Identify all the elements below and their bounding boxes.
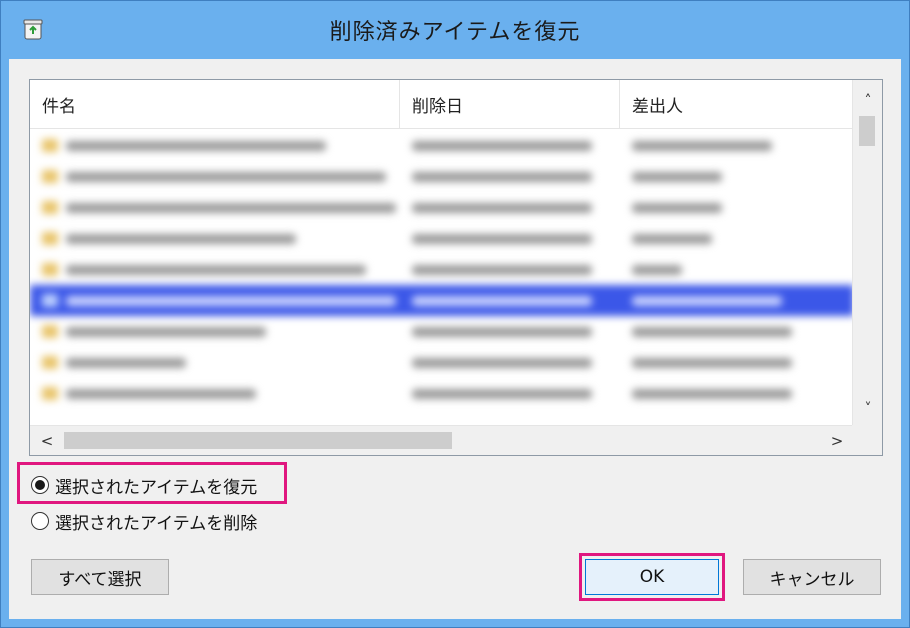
list-item[interactable] [30, 161, 854, 192]
folder-icon [42, 263, 58, 276]
list-header: 件名 削除日 差出人 [30, 80, 854, 129]
folder-icon [42, 139, 58, 152]
recycle-bin-icon [21, 17, 45, 41]
list-item[interactable] [30, 130, 854, 161]
column-header-subject[interactable]: 件名 [30, 80, 400, 128]
chevron-left-icon[interactable]: < [32, 426, 62, 455]
list-item-selected[interactable] [30, 285, 854, 316]
chevron-right-icon[interactable]: > [822, 426, 852, 455]
column-header-deleted-date[interactable]: 削除日 [400, 80, 620, 128]
folder-icon [42, 356, 58, 369]
chevron-down-icon[interactable]: ˅ [853, 394, 882, 424]
highlight-box-ok-button [579, 553, 725, 601]
horizontal-scrollbar[interactable]: < > [30, 425, 882, 455]
delete-radio[interactable] [31, 512, 49, 530]
list-item[interactable] [30, 254, 854, 285]
delete-option[interactable]: 選択されたアイテムを削除 [29, 507, 257, 535]
dialog-client-area: 件名 削除日 差出人 ˄ ˅ < > 選択されたアイテムを復元 選択されたアイテ… [9, 59, 901, 619]
list-item[interactable] [30, 223, 854, 254]
list-item[interactable] [30, 347, 854, 378]
folder-icon [42, 325, 58, 338]
dialog-title: 削除済みアイテムを復元 [329, 20, 581, 45]
list-item[interactable] [30, 316, 854, 347]
folder-icon [42, 170, 58, 183]
chevron-up-icon[interactable]: ˄ [853, 86, 882, 116]
select-all-button[interactable]: すべて選択 [31, 559, 169, 595]
mail-icon [42, 294, 58, 307]
list-item[interactable] [30, 378, 854, 409]
horizontal-scroll-thumb[interactable] [64, 432, 452, 449]
folder-icon [42, 387, 58, 400]
delete-option-label: 選択されたアイテムを削除 [55, 513, 258, 534]
highlight-box-restore-option [17, 462, 287, 504]
restore-dialog-window: 削除済みアイテムを復元 件名 削除日 差出人 ˄ ˅ < > 選択されたアイテム… [0, 0, 910, 628]
scrollbar-corner [852, 425, 882, 455]
list-item[interactable] [30, 192, 854, 223]
vertical-scroll-thumb[interactable] [859, 116, 875, 146]
vertical-scrollbar[interactable]: ˄ ˅ [852, 80, 882, 426]
deleted-items-list[interactable]: 件名 削除日 差出人 ˄ ˅ < > [29, 79, 883, 456]
folder-icon [42, 201, 58, 214]
folder-icon [42, 232, 58, 245]
column-header-sender[interactable]: 差出人 [620, 80, 854, 128]
list-rows-blurred [30, 130, 854, 426]
cancel-button[interactable]: キャンセル [743, 559, 881, 595]
title-bar[interactable]: 削除済みアイテムを復元 [1, 1, 909, 59]
